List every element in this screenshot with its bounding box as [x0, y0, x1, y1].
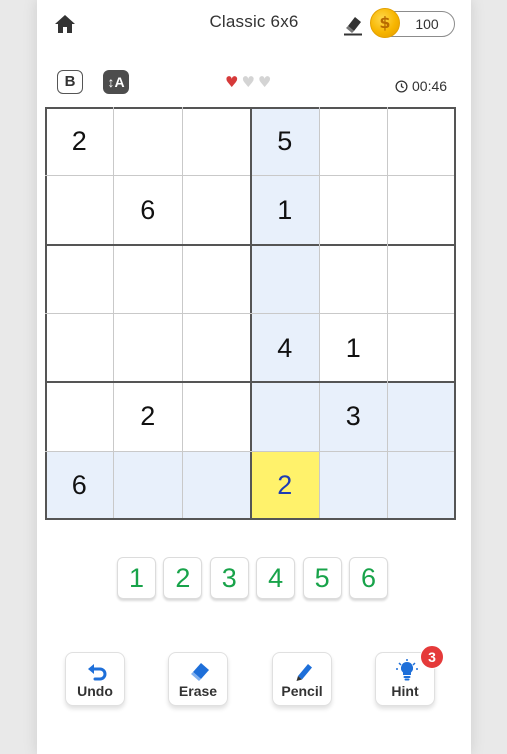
sudoku-cell[interactable]: [388, 245, 457, 314]
sudoku-cell[interactable]: 6: [114, 176, 183, 245]
number-button-4[interactable]: 4: [256, 557, 296, 599]
cell-value: 3: [345, 401, 361, 432]
number-button-5[interactable]: 5: [302, 557, 342, 599]
sudoku-cell[interactable]: [388, 314, 457, 383]
sudoku-board: 2 5 6 1 4 1 2 3 6 2: [45, 107, 456, 520]
cell-value: 2: [140, 401, 156, 432]
number-button-3[interactable]: 3: [209, 557, 249, 599]
bold-mode-button[interactable]: B: [57, 70, 83, 94]
sudoku-cell[interactable]: [319, 176, 388, 245]
grid-line: [454, 107, 456, 520]
coin-count: 100: [415, 16, 439, 32]
grid-line: [45, 381, 456, 384]
sudoku-cell[interactable]: [45, 176, 114, 245]
grid-line: [387, 107, 388, 520]
grid-line: [45, 518, 456, 520]
coin-icon: $: [370, 8, 400, 38]
sudoku-cell[interactable]: [182, 451, 251, 520]
grid-line: [45, 313, 456, 314]
lightbulb-icon: [396, 659, 418, 681]
lives-indicator: ♥ ♥ ♥: [225, 73, 271, 91]
cell-value: 2: [71, 126, 87, 156]
heart-full-icon: ♥: [225, 73, 239, 91]
sudoku-cell[interactable]: [114, 245, 183, 314]
sudoku-cell[interactable]: 2: [45, 107, 114, 176]
eraser-icon: [191, 663, 209, 681]
hint-count-badge: 3: [420, 645, 444, 669]
number-button-6[interactable]: 6: [349, 557, 388, 599]
sudoku-cell[interactable]: [250, 244, 319, 314]
number-button-1[interactable]: 1: [117, 557, 156, 599]
cell-value: 5: [277, 126, 293, 156]
pencil-label: Pencil: [281, 683, 323, 699]
pencil-icon: [296, 664, 312, 681]
sudoku-cell[interactable]: [387, 451, 456, 520]
grid-line: [45, 450, 456, 452]
clock-icon: [395, 79, 408, 93]
sudoku-cell[interactable]: 2: [250, 451, 319, 520]
game-screen: Classic 6x6 $ 100 B ↕A ♥ ♥ ♥ 00:46 2561412…: [37, 0, 471, 754]
sudoku-cell[interactable]: [182, 245, 251, 314]
hint-label: Hint: [391, 683, 419, 699]
sudoku-cell[interactable]: 4: [250, 313, 319, 383]
sudoku-cell[interactable]: [182, 314, 251, 383]
undo-button[interactable]: Undo: [65, 652, 125, 706]
cell-value: 1: [277, 194, 293, 225]
undo-icon: [88, 664, 107, 681]
sudoku-cell[interactable]: [113, 451, 182, 520]
sudoku-cell[interactable]: [319, 245, 388, 314]
sudoku-cell[interactable]: 2: [114, 382, 183, 451]
sudoku-cell[interactable]: [319, 107, 388, 176]
sudoku-cell[interactable]: [45, 314, 114, 383]
cell-value: 2: [277, 470, 293, 501]
number-pad: 123456: [117, 557, 388, 599]
sudoku-cell[interactable]: [388, 176, 457, 245]
sudoku-cell[interactable]: [114, 314, 183, 383]
sudoku-cell[interactable]: [182, 176, 251, 245]
timer: 00:46: [412, 78, 448, 94]
heart-empty-icon: ♥: [241, 73, 255, 91]
erase-button[interactable]: Erase: [168, 652, 228, 706]
sudoku-cell[interactable]: [388, 107, 457, 176]
sudoku-cell[interactable]: [319, 451, 388, 520]
sudoku-cell[interactable]: 3: [319, 382, 388, 452]
timer-display: 00:46: [395, 78, 447, 94]
cell-value: 1: [345, 332, 361, 363]
heart-empty-icon: ♥: [257, 73, 272, 91]
cell-value: 6: [140, 194, 156, 225]
sudoku-cell[interactable]: [182, 107, 251, 176]
hint-button[interactable]: Hint 3: [375, 645, 444, 706]
pencil-button[interactable]: Pencil: [272, 652, 332, 706]
sort-mode-button[interactable]: ↕A: [103, 70, 129, 94]
sudoku-cell[interactable]: [182, 382, 251, 451]
sudoku-cell[interactable]: [114, 107, 183, 176]
grid-line: [318, 107, 320, 520]
cell-value: 4: [277, 332, 293, 363]
number-button-2[interactable]: 2: [163, 557, 203, 599]
sudoku-cell[interactable]: [45, 382, 114, 451]
sudoku-cell[interactable]: [250, 382, 319, 452]
sudoku-cell[interactable]: 6: [45, 451, 114, 520]
sudoku-cell[interactable]: [45, 245, 114, 314]
cell-value: 6: [71, 470, 87, 501]
eraser-icon: [343, 14, 363, 36]
sudoku-cell[interactable]: 1: [319, 314, 388, 383]
coin-balance[interactable]: $ 100: [370, 8, 455, 38]
sudoku-cell[interactable]: [387, 382, 456, 452]
undo-label: Undo: [77, 683, 113, 699]
sudoku-cell[interactable]: 5: [250, 107, 319, 176]
sudoku-cell[interactable]: 1: [250, 175, 319, 245]
erase-label: Erase: [178, 683, 218, 699]
